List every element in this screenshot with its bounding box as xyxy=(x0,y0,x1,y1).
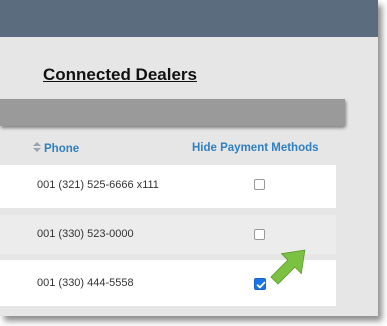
sort-arrows-icon xyxy=(33,142,41,153)
table-row: 001 (321) 525-6666 x111 xyxy=(0,165,336,208)
green-arrow-icon xyxy=(270,249,306,285)
column-header-phone[interactable]: Phone xyxy=(33,142,79,155)
section-header-bar xyxy=(0,99,345,126)
phone-cell: 001 (330) 444-5558 xyxy=(37,277,134,289)
hide-payment-methods-checkbox[interactable] xyxy=(254,229,265,240)
phone-cell: 001 (321) 525-6666 x111 xyxy=(37,179,159,191)
hide-payment-methods-checkbox[interactable] xyxy=(254,179,265,190)
column-header-hide-payment-methods[interactable]: Hide Payment Methods xyxy=(192,142,319,154)
app-window: Connected Dealers Phone Hide Payment Met… xyxy=(0,0,378,316)
page-title: Connected Dealers xyxy=(43,65,197,84)
column-header-phone-label: Phone xyxy=(44,143,80,155)
phone-cell: 001 (330) 523-0000 xyxy=(37,228,134,240)
top-bar xyxy=(0,0,378,37)
